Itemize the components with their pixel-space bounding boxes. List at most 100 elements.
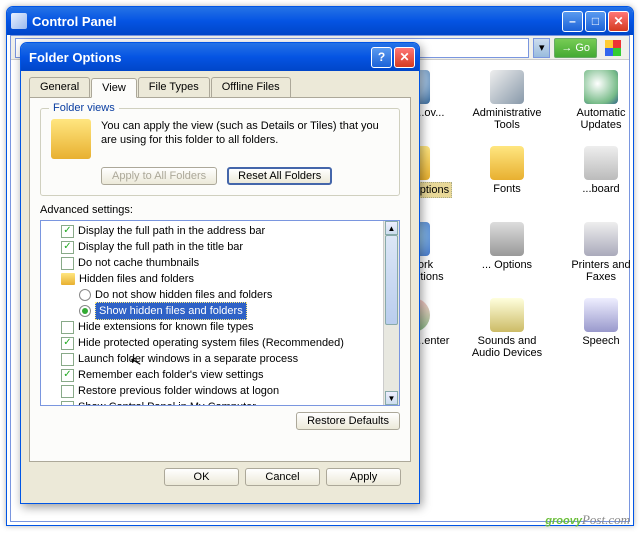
scroll-down-arrow[interactable]: ▼ xyxy=(385,391,398,405)
checkbox-icon[interactable]: ✓ xyxy=(61,241,74,254)
scroll-up-arrow[interactable]: ▲ xyxy=(385,221,398,235)
tree-node-label: Do not cache thumbnails xyxy=(78,255,199,271)
cp-item-10[interactable]: Printers and Faxes xyxy=(557,220,634,292)
cp-item-2[interactable]: Automatic Updates xyxy=(557,68,634,140)
advanced-settings-label: Advanced settings: xyxy=(40,204,400,216)
folder-views-icon xyxy=(51,119,91,159)
go-label: Go xyxy=(575,42,590,54)
folder-views-group: Folder views You can apply the view (suc… xyxy=(40,108,400,196)
tab-panel-view: Folder views You can apply the view (suc… xyxy=(29,98,411,462)
dialog-titlebar[interactable]: Folder Options ? ✕ xyxy=(21,43,419,71)
dialog-close-button[interactable]: ✕ xyxy=(394,47,415,68)
cp-item-1[interactable]: Administrative Tools xyxy=(463,68,551,140)
tree-node-9[interactable]: ✓ Remember each folder's view settings xyxy=(43,367,381,383)
cp-item-icon xyxy=(584,222,618,256)
cancel-button[interactable]: Cancel xyxy=(245,468,320,486)
tab-file-types[interactable]: File Types xyxy=(138,77,210,97)
cp-item-icon xyxy=(490,146,524,180)
help-button[interactable]: ? xyxy=(371,47,392,68)
tree-node-label: Hidden files and folders xyxy=(79,271,194,287)
scroll-thumb[interactable] xyxy=(385,235,398,325)
radio-icon[interactable] xyxy=(79,289,91,301)
cp-item-label: Printers and Faxes xyxy=(559,258,634,284)
cp-item-5[interactable]: Fonts xyxy=(463,144,551,216)
control-panel-icon xyxy=(11,13,27,29)
folder-views-title: Folder views xyxy=(49,102,119,114)
cp-item-label: ... Options xyxy=(480,258,534,272)
checkbox-icon[interactable] xyxy=(61,385,74,398)
tab-view[interactable]: View xyxy=(91,78,137,98)
checkbox-icon[interactable]: ✓ xyxy=(61,337,74,350)
cp-item-icon xyxy=(490,70,524,104)
cp-item-icon xyxy=(584,146,618,180)
cp-item-label: Sounds and Audio Devices xyxy=(465,334,549,360)
tree-node-6[interactable]: Hide extensions for known file types xyxy=(43,319,381,335)
tree-node-label: Show hidden files and folders xyxy=(95,302,247,320)
cp-item-label: Fonts xyxy=(491,182,523,196)
folder-icon[interactable] xyxy=(61,273,75,285)
main-titlebar[interactable]: Control Panel – □ ✕ xyxy=(7,7,633,35)
tree-node-2[interactable]: Do not cache thumbnails xyxy=(43,255,381,271)
folder-options-dialog: Folder Options ? ✕ GeneralViewFile Types… xyxy=(20,42,420,504)
tree-node-0[interactable]: ✓ Display the full path in the address ba… xyxy=(43,223,381,239)
cp-item-9[interactable]: ... Options xyxy=(463,220,551,292)
tree-node-label: Remember each folder's view settings xyxy=(78,367,264,383)
cp-item-label: ...board xyxy=(580,182,621,196)
tree-node-11[interactable]: Show Control Panel in My Computer xyxy=(43,399,381,406)
cp-item-13[interactable]: Sounds and Audio Devices xyxy=(463,296,551,368)
tree-node-4[interactable]: Do not show hidden files and folders xyxy=(43,287,381,303)
checkbox-icon[interactable] xyxy=(61,321,74,334)
restore-defaults-button[interactable]: Restore Defaults xyxy=(296,412,400,430)
cp-item-14[interactable]: Speech xyxy=(557,296,634,368)
cp-item-label: Speech xyxy=(580,334,621,348)
main-close-button[interactable]: ✕ xyxy=(608,11,629,32)
tree-node-label: Restore previous folder windows at logon xyxy=(78,383,279,399)
minimize-button[interactable]: – xyxy=(562,11,583,32)
tree-node-10[interactable]: Restore previous folder windows at logon xyxy=(43,383,381,399)
tree-node-label: Hide protected operating system files (R… xyxy=(78,335,344,351)
tab-row: GeneralViewFile TypesOffline Files xyxy=(29,77,411,98)
tree-node-label: Do not show hidden files and folders xyxy=(95,287,272,303)
maximize-button[interactable]: □ xyxy=(585,11,606,32)
advanced-settings-tree[interactable]: ✓ Display the full path in the address ba… xyxy=(40,220,400,406)
tree-node-7[interactable]: ✓ Hide protected operating system files (… xyxy=(43,335,381,351)
tree-scrollbar[interactable]: ▲ ▼ xyxy=(383,221,399,405)
tree-node-label: Show Control Panel in My Computer xyxy=(78,399,256,406)
tree-node-1[interactable]: ✓ Display the full path in the title bar xyxy=(43,239,381,255)
checkbox-icon[interactable]: ✓ xyxy=(61,225,74,238)
tree-node-label: Launch folder windows in a separate proc… xyxy=(78,351,298,367)
apply-button[interactable]: Apply xyxy=(326,468,401,486)
folder-views-text: You can apply the view (such as Details … xyxy=(101,119,389,159)
reset-all-folders-button[interactable]: Reset All Folders xyxy=(227,167,332,185)
cp-item-icon xyxy=(584,298,618,332)
cp-item-6[interactable]: ...board xyxy=(557,144,634,216)
tab-general[interactable]: General xyxy=(29,77,90,97)
apply-all-folders-button[interactable]: Apply to All Folders xyxy=(101,167,217,185)
checkbox-icon[interactable] xyxy=(61,353,74,366)
cp-item-icon xyxy=(584,70,618,104)
cp-item-label: Automatic Updates xyxy=(559,106,634,132)
dialog-body: GeneralViewFile TypesOffline Files Folde… xyxy=(21,71,419,494)
tree-node-label: Display the full path in the address bar xyxy=(78,223,265,239)
tree-node-label: Hide extensions for known file types xyxy=(78,319,253,335)
main-title: Control Panel xyxy=(32,14,560,29)
tree-node-5[interactable]: Show hidden files and folders xyxy=(43,303,381,319)
address-dropdown[interactable]: ▾ xyxy=(533,38,550,58)
tree-node-label: Display the full path in the title bar xyxy=(78,239,243,255)
cp-item-label: Administrative Tools xyxy=(465,106,549,132)
watermark: groovyPost.com xyxy=(545,512,630,528)
go-button[interactable]: → Go xyxy=(554,38,597,58)
cp-item-icon xyxy=(490,298,524,332)
checkbox-icon[interactable] xyxy=(61,401,74,407)
dialog-buttons: OK Cancel Apply xyxy=(29,462,411,486)
radio-icon[interactable] xyxy=(79,305,91,317)
cp-item-icon xyxy=(490,222,524,256)
windows-flag-icon xyxy=(601,38,625,58)
ok-button[interactable]: OK xyxy=(164,468,239,486)
dialog-title: Folder Options xyxy=(25,50,369,65)
checkbox-icon[interactable]: ✓ xyxy=(61,369,74,382)
tree-node-8[interactable]: Launch folder windows in a separate proc… xyxy=(43,351,381,367)
tree-node-3[interactable]: Hidden files and folders xyxy=(43,271,381,287)
checkbox-icon[interactable] xyxy=(61,257,74,270)
tab-offline-files[interactable]: Offline Files xyxy=(211,77,291,97)
